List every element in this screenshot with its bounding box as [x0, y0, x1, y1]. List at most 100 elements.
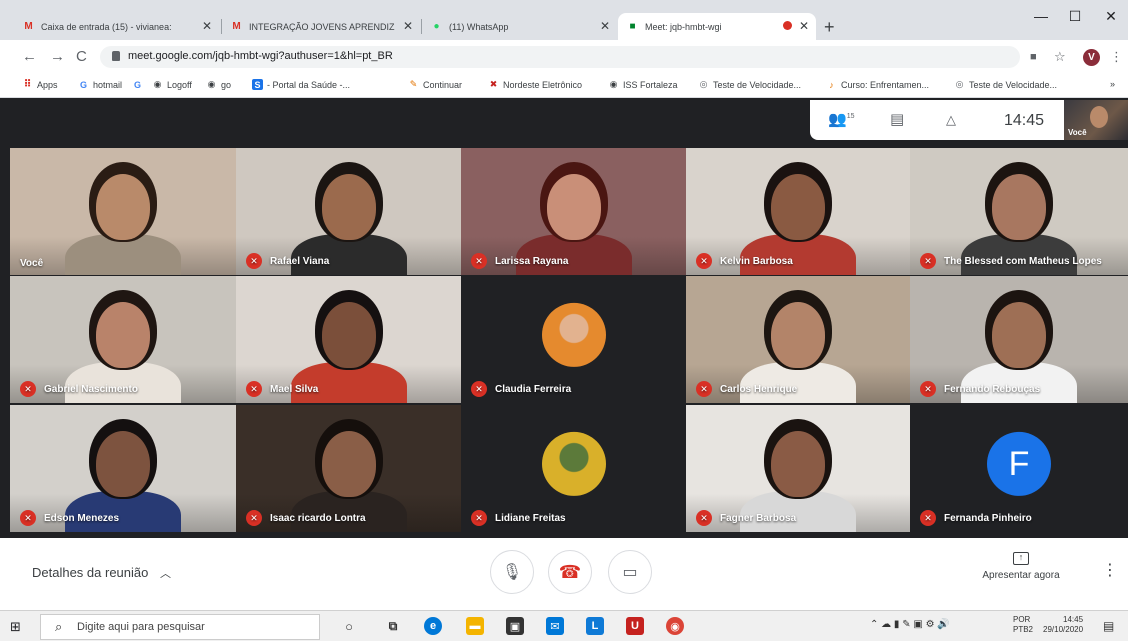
browser-tab-strip: M Caixa de entrada (15) - vivianea: ✕ M …: [0, 0, 1128, 40]
bookmark-iss[interactable]: ◉ ISS Fortaleza: [608, 79, 678, 90]
participant-tile[interactable]: F ✕ Fernanda Pinheiro: [910, 405, 1128, 532]
back-button[interactable]: ←: [22, 48, 37, 65]
app-l-icon[interactable]: L: [586, 617, 604, 635]
bookmark-portal-saude[interactable]: S - Portal da Saúde -...: [252, 79, 350, 90]
cortana-icon[interactable]: ○: [340, 617, 358, 635]
close-tab-icon[interactable]: ✕: [799, 19, 809, 33]
taskbar-clock[interactable]: 14:45 29/10/2020: [1043, 615, 1083, 635]
speed-icon: ◎: [955, 79, 964, 89]
taskbar-search-placeholder: Digite aqui para pesquisar: [77, 621, 205, 633]
tab-meet[interactable]: ■ Meet: jqb-hmbt-wgi ✕: [618, 13, 816, 40]
task-view-icon[interactable]: ⧉: [384, 617, 402, 635]
bookmark-go[interactable]: ◉ go: [206, 79, 231, 90]
participant-tile[interactable]: ✕ The Blessed com Matheus Lopes: [910, 148, 1128, 275]
address-bar[interactable]: meet.google.com/jqb-hmbt-wgi?authuser=1&…: [100, 46, 1020, 68]
participant-name: Larissa Rayana: [495, 255, 569, 267]
participant-face: [96, 174, 150, 240]
microphone-button[interactable]: 🎙: [490, 550, 534, 594]
participant-face: [992, 302, 1046, 368]
taskbar-search-box[interactable]: ⌕ Digite aqui para pesquisar: [40, 614, 320, 640]
participant-tile[interactable]: ✕ Carlos Henrique: [686, 276, 910, 403]
edge-icon[interactable]: e: [424, 617, 442, 635]
bookmark-label: hotmail: [93, 79, 123, 90]
forward-button[interactable]: →: [50, 48, 65, 65]
participant-tile[interactable]: ✕ Gabriel Nascimento: [10, 276, 236, 403]
close-tab-icon[interactable]: ✕: [600, 19, 610, 33]
participant-initial-avatar: F: [987, 431, 1051, 496]
search-icon: ⌕: [55, 619, 63, 634]
tab-gmail-inbox[interactable]: M Caixa de entrada (15) - vivianea: ✕: [14, 13, 219, 40]
browser-menu-icon[interactable]: ⋮: [1110, 49, 1123, 65]
chat-icon[interactable]: ▤: [890, 110, 904, 128]
course-icon: ♪: [829, 79, 834, 90]
close-tab-icon[interactable]: ✕: [403, 19, 413, 33]
participant-tile[interactable]: ✕ Mael Silva: [236, 276, 461, 403]
more-options-icon[interactable]: ⋮: [1102, 560, 1118, 580]
bookmark-speedtest-2[interactable]: ◎ Teste de Velocidade...: [954, 79, 1058, 90]
bookmark-speedtest[interactable]: ◎ Teste de Velocidade...: [698, 79, 802, 90]
participant-tile[interactable]: ✕ Isaac ricardo Lontra: [236, 405, 461, 532]
bookmark-hotmail[interactable]: Ghotmail: [78, 79, 122, 90]
google-icon: G: [79, 79, 87, 90]
participant-tile[interactable]: ✕ Lidiane Freitas: [461, 405, 686, 532]
reload-button[interactable]: C: [76, 48, 87, 65]
close-window-button[interactable]: ✕: [1096, 8, 1126, 25]
notification-center-icon[interactable]: ▤: [1103, 619, 1114, 633]
chrome-icon[interactable]: ◉: [666, 617, 684, 635]
store-icon[interactable]: ▣: [506, 617, 524, 635]
activities-icon[interactable]: △: [946, 112, 956, 128]
participant-tile[interactable]: ✕ Claudia Ferreira: [461, 276, 686, 403]
participant-face: [546, 174, 601, 240]
participant-tile[interactable]: ✕ Rafael Viana: [236, 148, 461, 275]
microphone-muted-icon: ✕: [920, 253, 936, 269]
participant-name: Kelvin Barbosa: [720, 255, 793, 267]
profile-avatar[interactable]: V: [1083, 49, 1100, 66]
leave-call-button[interactable]: ☎: [548, 550, 592, 594]
participant-name: Fagner Barbosa: [720, 512, 797, 524]
tab-whatsapp[interactable]: ● (11) WhatsApp ✕: [422, 13, 617, 40]
maximize-button[interactable]: ☐: [1060, 8, 1090, 25]
bookmark-google[interactable]: G: [132, 79, 147, 90]
windows-start-icon[interactable]: ⊞: [10, 619, 21, 635]
camera-button[interactable]: ▭: [608, 550, 652, 594]
bookmark-label: Nordeste Eletrônico: [503, 79, 583, 90]
participant-tile[interactable]: ✕ Edson Menezes: [10, 405, 236, 532]
participant-name-bar: ✕ Isaac ricardo Lontra: [246, 510, 366, 526]
mail-icon[interactable]: ✉: [546, 617, 564, 635]
bookmark-logoff[interactable]: ◉ Logoff: [152, 79, 192, 90]
bookmark-curso[interactable]: ♪ Curso: Enfrentamen...: [826, 79, 929, 90]
gmail-icon: M: [24, 21, 33, 32]
participant-tile[interactable]: ✕ Fernando Rebouças: [910, 276, 1128, 403]
microphone-icon: 🎙: [501, 564, 523, 581]
participant-tile[interactable]: Você: [10, 148, 236, 275]
meeting-details-button[interactable]: Detalhes da reunião ︿: [32, 565, 171, 581]
mcafee-icon[interactable]: U: [626, 617, 644, 635]
url-text[interactable]: meet.google.com/jqb-hmbt-wgi?authuser=1&…: [128, 50, 393, 62]
close-tab-icon[interactable]: ✕: [202, 19, 212, 33]
participant-tile[interactable]: ✕ Kelvin Barbosa: [686, 148, 910, 275]
language-indicator[interactable]: POR PTB2: [1013, 615, 1033, 635]
s-icon: S: [252, 79, 263, 90]
keyboard-layout: PTB2: [1013, 625, 1034, 634]
bookmark-label: Teste de Velocidade...: [969, 79, 1058, 90]
bookmark-apps[interactable]: ⠿ Apps: [22, 79, 58, 90]
bookmarks-bar: ⠿ Apps Ghotmail G ◉ Logoff ◉ go S - Portal d…: [0, 74, 1128, 98]
minimize-button[interactable]: —: [1026, 8, 1056, 24]
system-tray-icons[interactable]: ⌃ ☁ ▮ ✎ ▣ ⚙ 🔊: [870, 619, 950, 630]
bookmark-continuar[interactable]: ✎ Continuar: [408, 79, 462, 90]
bookmark-label: Teste de Velocidade...: [713, 79, 802, 90]
participant-tile[interactable]: ✕ Fagner Barbosa: [686, 405, 910, 532]
participants-icon[interactable]: 👥15: [828, 110, 854, 128]
self-view-thumbnail[interactable]: Você: [1064, 100, 1128, 140]
file-explorer-icon[interactable]: ▬: [466, 617, 484, 635]
participant-name-bar: ✕ Claudia Ferreira: [471, 381, 571, 397]
camera-indicator-icon[interactable]: ■: [1030, 51, 1037, 63]
new-tab-button[interactable]: +: [824, 17, 835, 38]
bookmark-star-icon[interactable]: ☆: [1054, 49, 1066, 65]
bookmark-overflow-button[interactable]: »: [1110, 79, 1115, 89]
tab-gmail-integracao[interactable]: M INTEGRAÇÃO JOVENS APRENDIZ ✕: [222, 13, 420, 40]
bookmark-nordeste[interactable]: ✖ Nordeste Eletrônico: [488, 79, 582, 90]
present-now-button[interactable]: ↑ Apresentar agora: [970, 552, 1072, 581]
participant-tile[interactable]: ✕ Larissa Rayana: [461, 148, 686, 275]
hang-up-icon: ☎: [558, 561, 582, 582]
